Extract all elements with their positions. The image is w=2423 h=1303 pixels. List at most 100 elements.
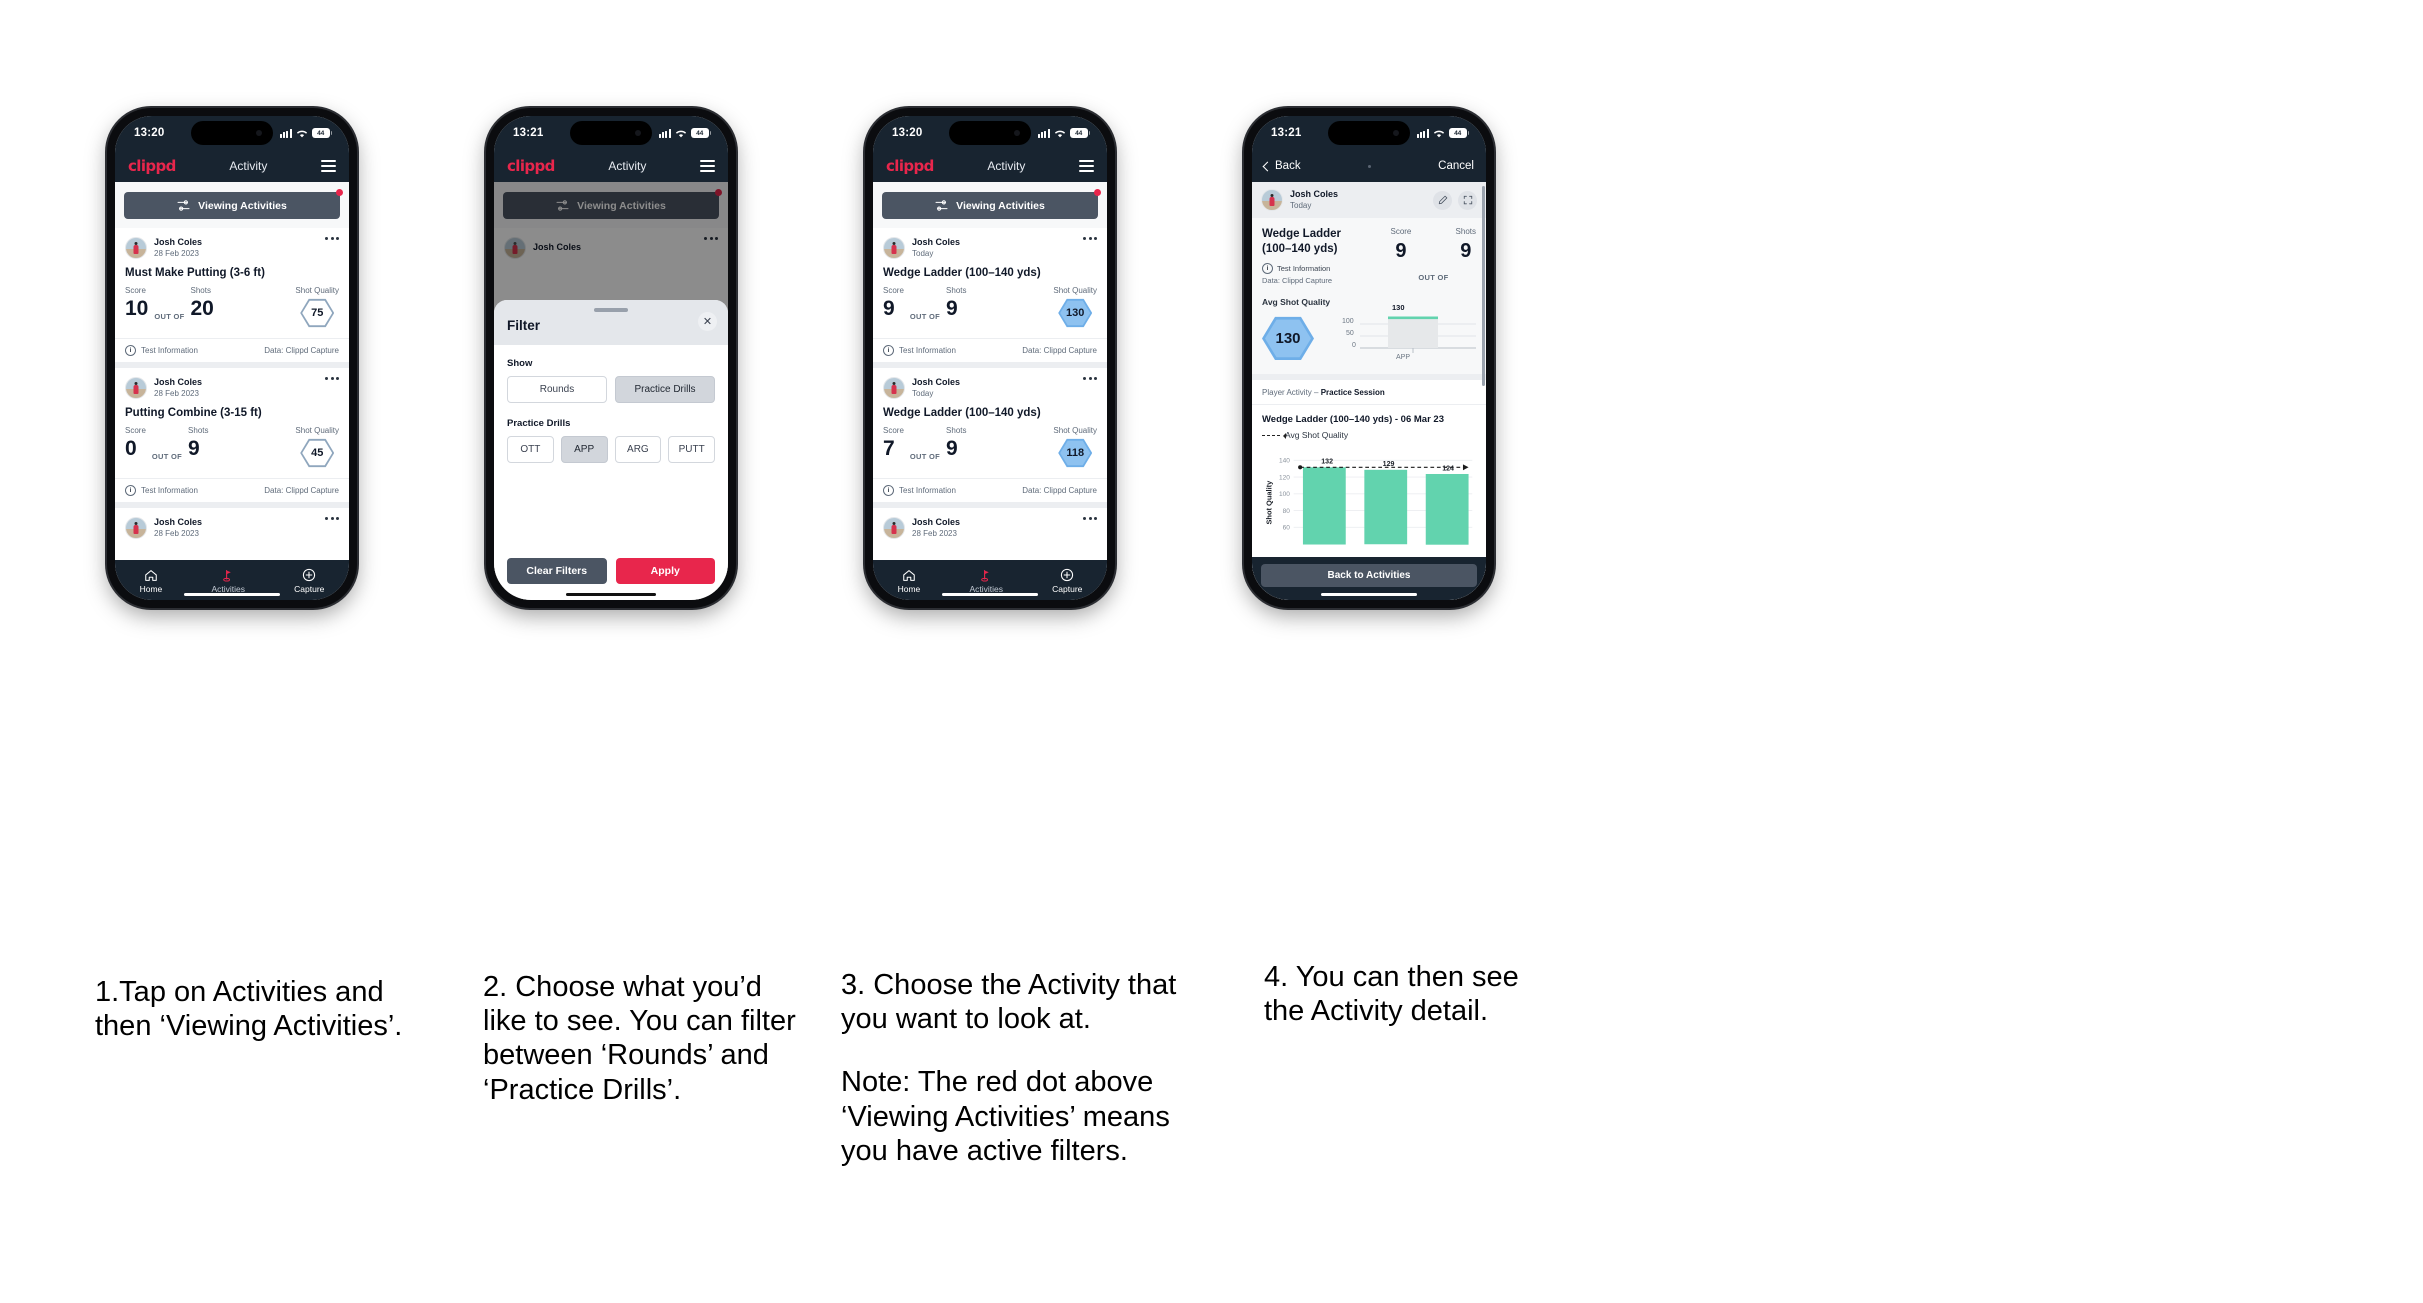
player-activity-row: Player Activity – Practice Session bbox=[1252, 380, 1486, 406]
activity-date: 28 Feb 2023 bbox=[154, 528, 199, 538]
user-name: Josh Coles bbox=[154, 237, 203, 248]
score-value: 9 bbox=[1395, 240, 1407, 262]
data-source-label: Data: Clippd Capture bbox=[1262, 276, 1333, 286]
apply-button[interactable]: Apply bbox=[615, 558, 715, 584]
app-body: Viewing Activities Josh Coles Today Wedg… bbox=[873, 182, 1107, 560]
card-menu-icon[interactable] bbox=[1083, 377, 1097, 380]
metric-shots: Shots 9 bbox=[188, 426, 208, 460]
sidebar-item-home[interactable]: Home bbox=[898, 569, 920, 594]
score-label: Score bbox=[125, 426, 146, 435]
activity-card[interactable]: Josh Coles 28 Feb 2023 Putting Combine (… bbox=[115, 362, 349, 502]
caption-step-2: 2. Choose what you’d like to see. You ca… bbox=[483, 970, 803, 1107]
activity-card[interactable]: Josh Coles 28 Feb 2023 Must Make Putting… bbox=[115, 228, 349, 362]
activity-title: Putting Combine (3-15 ft) bbox=[125, 407, 262, 419]
card-header: Josh Coles 28 Feb 2023 bbox=[115, 228, 349, 259]
option-app[interactable]: APP bbox=[560, 436, 608, 463]
svg-text:120: 120 bbox=[1279, 475, 1290, 482]
golf-flag-icon bbox=[981, 569, 990, 582]
hamburger-icon[interactable] bbox=[700, 160, 715, 172]
avg-shot-quality-value: 130 bbox=[1265, 319, 1311, 358]
app-body: Josh Coles Today Wedge Ladder (100–140 y… bbox=[1252, 182, 1486, 600]
svg-text:100: 100 bbox=[1279, 492, 1290, 499]
activity-title: Wedge Ladder (100–140 yds) bbox=[883, 267, 1041, 279]
svg-text:132: 132 bbox=[1321, 459, 1333, 466]
card-menu-icon[interactable] bbox=[325, 377, 339, 380]
clippd-logo: clippd bbox=[128, 157, 176, 175]
shots-label: Shots bbox=[190, 286, 211, 295]
card-header: Josh Coles Today bbox=[873, 228, 1107, 259]
detail-user: Josh Coles Today bbox=[1290, 189, 1338, 210]
status-icons: 44 bbox=[280, 128, 332, 138]
cancel-button[interactable]: Cancel bbox=[1438, 160, 1474, 172]
caption-step-1: 1.Tap on Activities and then ‘Viewing Ac… bbox=[95, 975, 445, 1043]
mini-xtick-app: APP bbox=[1396, 354, 1411, 362]
quality-label: Shot Quality bbox=[1053, 426, 1097, 435]
caption-line: 3. Choose the Activity that you want to … bbox=[841, 969, 1177, 1036]
out-of-label: OUT OF bbox=[154, 312, 185, 321]
pencil-icon[interactable] bbox=[1433, 190, 1452, 210]
option-ott[interactable]: OTT bbox=[507, 436, 554, 463]
activity-card[interactable]: Josh Coles 28 Feb 2023 bbox=[115, 502, 349, 560]
shot-quality-chart-section: Wedge Ladder (100–140 yds) - 06 Mar 23 A… bbox=[1252, 405, 1486, 546]
option-arg[interactable]: ARG bbox=[614, 436, 662, 463]
filter-sheet: Filter ✕ Show Rounds Practice Drills Pra… bbox=[494, 300, 728, 600]
card-menu-icon[interactable] bbox=[1083, 237, 1097, 240]
card-user: Josh Coles 28 Feb 2023 bbox=[912, 517, 960, 538]
tab-bar: Home Activities Capture bbox=[873, 560, 1107, 600]
page-title: Activity bbox=[987, 159, 1026, 173]
quality-label: Shot Quality bbox=[1053, 286, 1097, 295]
clear-filters-button[interactable]: Clear Filters bbox=[507, 558, 607, 584]
option-rounds[interactable]: Rounds bbox=[507, 376, 607, 403]
filter-bar-wrap: Viewing Activities bbox=[873, 182, 1107, 228]
card-menu-icon[interactable] bbox=[325, 517, 339, 520]
option-putt[interactable]: PUTT bbox=[668, 436, 715, 463]
sidebar-item-capture[interactable]: Capture bbox=[294, 568, 324, 594]
detail-scores: Score 9 OUT OF Shots 9 bbox=[1390, 227, 1476, 285]
status-time: 13:20 bbox=[892, 127, 923, 139]
bar-chart-svg: 140120 1008060 132 129124 Shot Quality bbox=[1264, 458, 1473, 546]
legend-dashed-line-icon bbox=[1262, 432, 1286, 439]
sidebar-item-capture[interactable]: Capture bbox=[1052, 568, 1082, 594]
sidebar-item-activities[interactable]: Activities bbox=[211, 569, 245, 594]
viewing-activities-label: Viewing Activities bbox=[198, 199, 287, 212]
sliders-icon bbox=[177, 200, 190, 211]
activity-card[interactable]: Josh Coles Today Wedge Ladder (100–140 y… bbox=[873, 362, 1107, 502]
svg-text:140: 140 bbox=[1279, 458, 1290, 465]
card-menu-icon[interactable] bbox=[1083, 517, 1097, 520]
viewing-activities-button[interactable]: Viewing Activities bbox=[882, 189, 1101, 219]
info-icon: i bbox=[883, 485, 894, 496]
test-information-label: Test Information bbox=[141, 486, 198, 495]
app-body: Viewing Activities Josh Coles 28 Feb 202… bbox=[115, 182, 349, 560]
hamburger-icon[interactable] bbox=[321, 160, 336, 172]
mini-ytick-100: 100 bbox=[1342, 318, 1354, 326]
expand-icon[interactable] bbox=[1458, 190, 1477, 210]
viewing-activities-button[interactable]: Viewing Activities bbox=[124, 189, 343, 219]
svg-text:129: 129 bbox=[1383, 461, 1395, 468]
avatar bbox=[883, 377, 905, 399]
shot-quality-value: 130 bbox=[1060, 300, 1091, 326]
detail-score: Score 9 bbox=[1390, 227, 1411, 261]
viewing-activities-label: Viewing Activities bbox=[956, 199, 1045, 212]
card-user: Josh Coles Today bbox=[912, 377, 960, 398]
sidebar-item-home[interactable]: Home bbox=[139, 569, 163, 594]
wifi-icon bbox=[675, 129, 687, 138]
status-time: 13:20 bbox=[134, 127, 165, 139]
back-button[interactable]: Back bbox=[1262, 160, 1301, 172]
back-to-activities-button[interactable]: Back to Activities bbox=[1261, 564, 1477, 587]
hamburger-icon[interactable] bbox=[1079, 160, 1094, 172]
status-bar: 13:20 44 bbox=[115, 116, 349, 150]
close-icon[interactable]: ✕ bbox=[698, 312, 717, 331]
tab-label: Home bbox=[139, 583, 163, 594]
sidebar-item-activities[interactable]: Activities bbox=[969, 569, 1003, 594]
scrollbar-thumb[interactable] bbox=[1482, 186, 1485, 386]
quality-label: Shot Quality bbox=[295, 286, 339, 295]
shots-value: 20 bbox=[190, 297, 214, 320]
activity-card[interactable]: Josh Coles 28 Feb 2023 bbox=[873, 502, 1107, 560]
shot-quality-hexagon: 75 bbox=[300, 298, 335, 328]
activity-card[interactable]: Josh Coles Today Wedge Ladder (100–140 y… bbox=[873, 228, 1107, 362]
metric-score: Score 7 bbox=[883, 426, 904, 460]
card-menu-icon[interactable] bbox=[325, 237, 339, 240]
score-label: Score bbox=[125, 286, 146, 295]
app-body: Viewing Activities Josh Coles Filter ✕ S… bbox=[494, 182, 728, 600]
option-practice-drills[interactable]: Practice Drills bbox=[615, 376, 715, 403]
